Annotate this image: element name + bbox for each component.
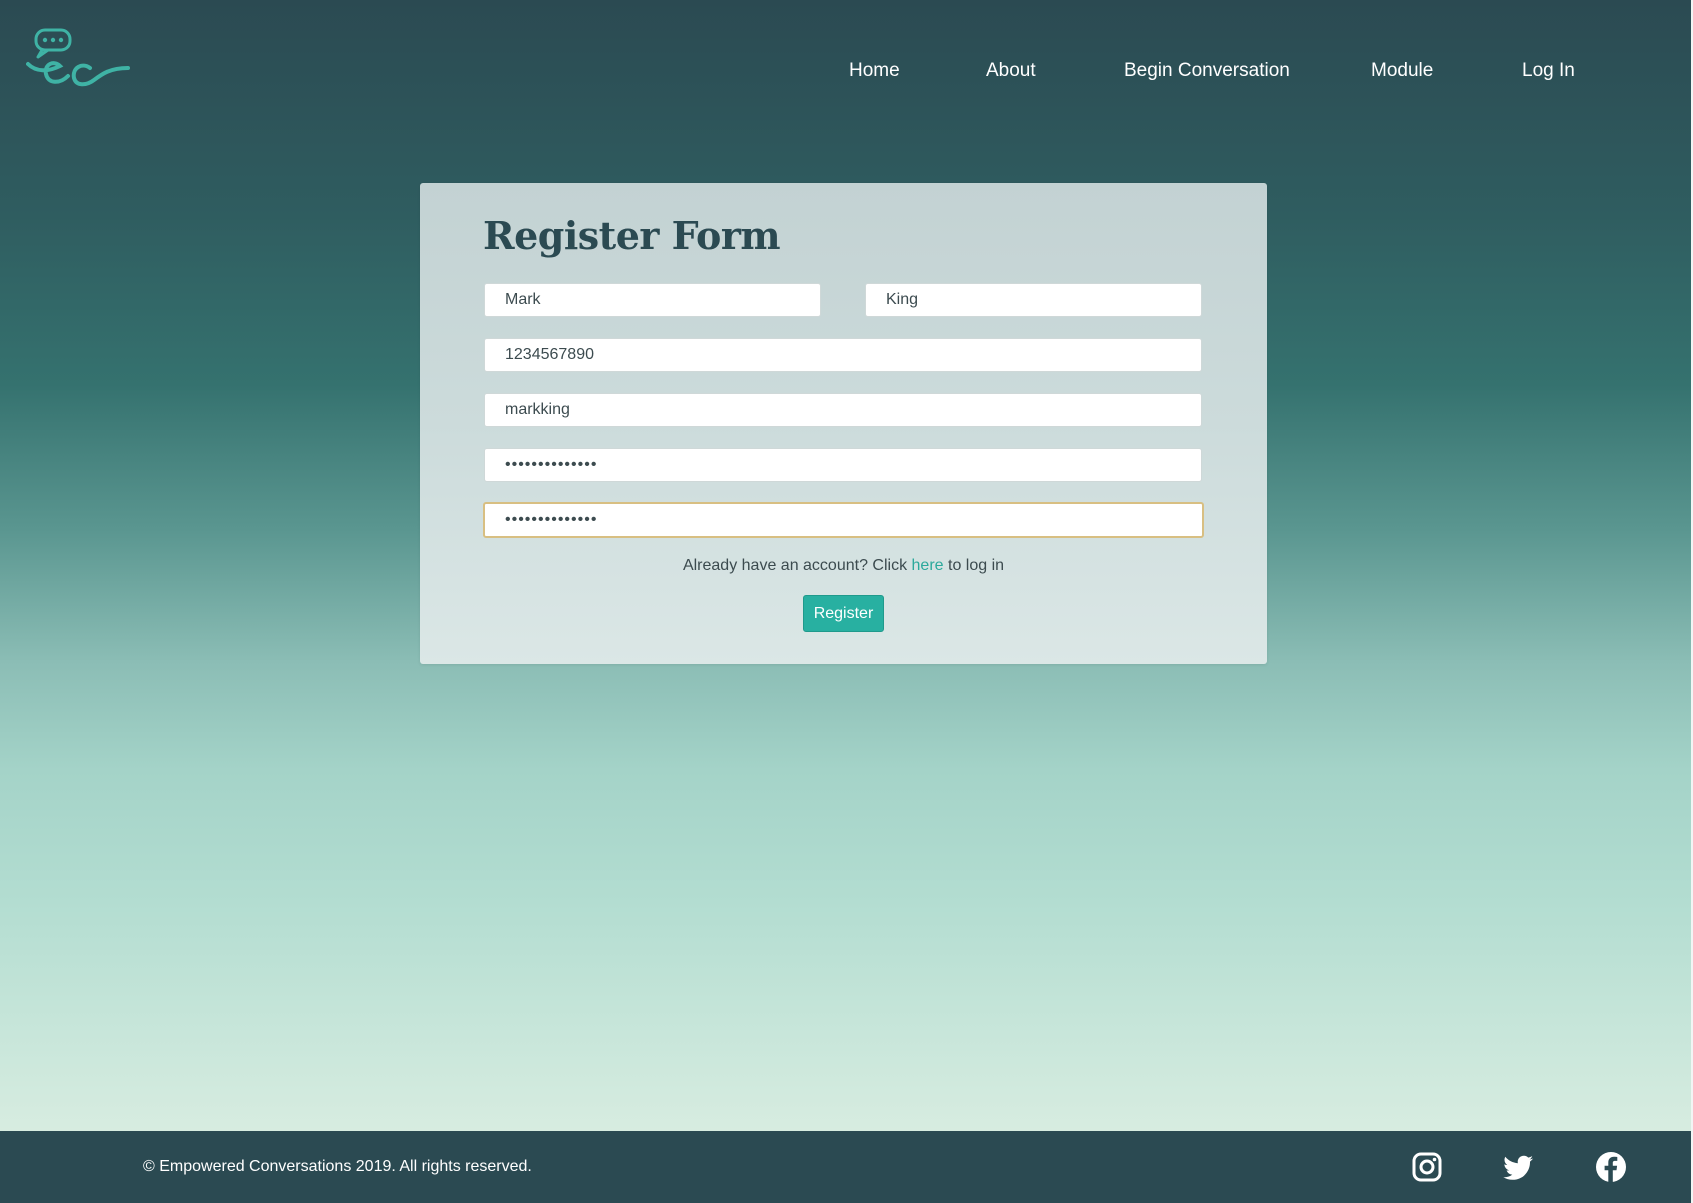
instagram-icon[interactable] xyxy=(1410,1150,1444,1184)
facebook-icon[interactable] xyxy=(1594,1150,1628,1184)
page: Home About Begin Conversation Module Log… xyxy=(0,0,1693,1203)
nav-about[interactable]: About xyxy=(986,60,1036,82)
register-form-card: Register Form Already have an account? C… xyxy=(420,183,1267,664)
main-nav: Home About Begin Conversation Module Log… xyxy=(0,60,1693,92)
nav-home[interactable]: Home xyxy=(849,60,900,82)
twitter-icon[interactable] xyxy=(1501,1150,1535,1184)
first-name-input[interactable] xyxy=(484,283,821,317)
last-name-input[interactable] xyxy=(865,283,1202,317)
confirm-password-input[interactable] xyxy=(483,502,1204,538)
username-input[interactable] xyxy=(484,393,1202,427)
nav-module[interactable]: Module xyxy=(1371,60,1433,82)
nav-log-in[interactable]: Log In xyxy=(1522,60,1575,82)
login-prompt-suffix: to log in xyxy=(943,557,1005,574)
login-prompt: Already have an account? Click here to l… xyxy=(420,557,1267,575)
nav-begin-conversation[interactable]: Begin Conversation xyxy=(1124,60,1290,82)
password-input[interactable] xyxy=(484,448,1202,482)
register-button[interactable]: Register xyxy=(803,595,884,632)
copyright-text: © Empowered Conversations 2019. All righ… xyxy=(143,1158,532,1175)
login-prompt-prefix: Already have an account? Click xyxy=(682,557,912,574)
phone-input[interactable] xyxy=(484,338,1202,372)
login-here-link[interactable]: here xyxy=(912,557,944,574)
footer: © Empowered Conversations 2019. All righ… xyxy=(0,1131,1693,1203)
form-title: Register Form xyxy=(483,213,781,258)
